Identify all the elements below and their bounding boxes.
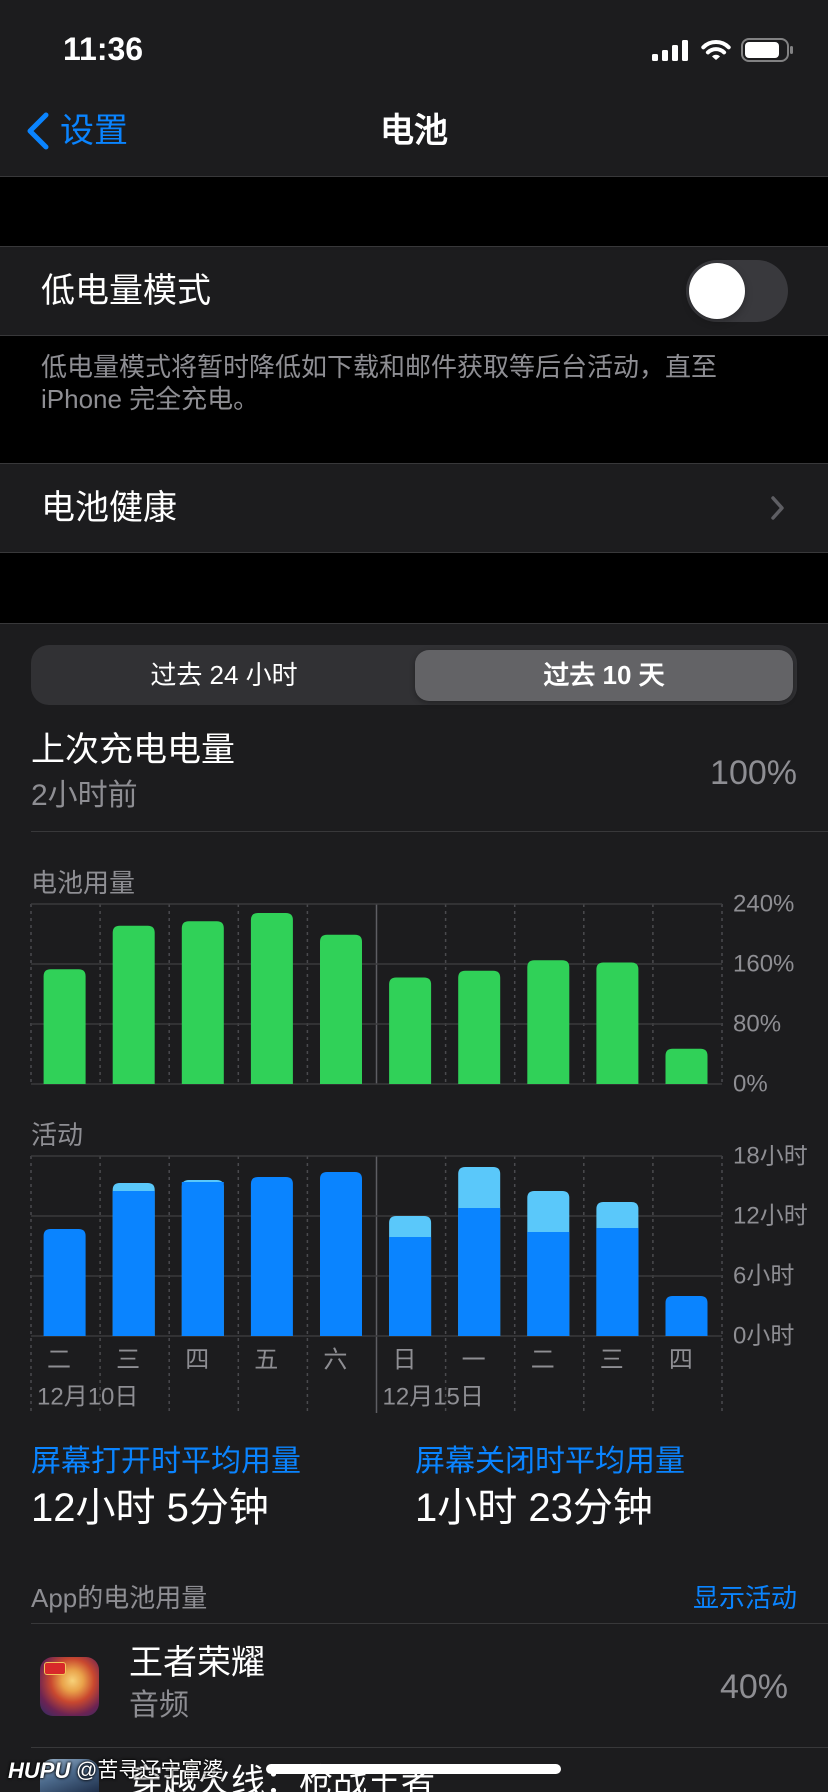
low-power-footer-line: 低电量模式将暂时降低如下载和邮件获取等后台活动，直至 — [41, 352, 718, 382]
wifi-icon — [701, 40, 731, 60]
battery-health-row[interactable]: 电池健康 — [0, 463, 828, 553]
y-tick-label: 18小时 — [733, 1145, 808, 1170]
app-usage-row[interactable] — [0, 1624, 828, 1747]
screen-off-average-value: 1小时 23分钟 — [415, 1486, 653, 1530]
screen-on-activity-bar — [596, 1228, 639, 1336]
battery-usage-bar — [527, 960, 570, 1084]
app-detail: 音频 — [129, 1689, 189, 1722]
x-day-label: 六 — [323, 1347, 347, 1374]
screen-on-activity-bar — [181, 1182, 224, 1336]
battery-usage-bar — [596, 962, 639, 1084]
status-time: 11:36 — [63, 31, 144, 67]
screen-on-activity-bar — [250, 1177, 293, 1336]
home-indicator[interactable] — [266, 1764, 561, 1774]
x-day-label: 三 — [600, 1347, 624, 1374]
divider — [31, 1747, 828, 1748]
battery-terminal — [790, 46, 793, 54]
y-tick-label: 0% — [733, 1071, 768, 1098]
battery-settings-screen: 11:36 设置 电池 低电量模式 低电量模式将暂时降低如下载和邮件获取等后台活… — [0, 0, 828, 1792]
last-charge-value: 100% — [710, 754, 797, 792]
battery-usage-bar — [250, 913, 293, 1084]
app-name: 王者荣耀 — [129, 1644, 265, 1682]
app-usage-percent: 40% — [719, 1668, 788, 1706]
y-tick-label: 6小时 — [733, 1263, 794, 1290]
battery-health-label: 电池健康 — [41, 489, 177, 527]
low-power-footer-line: iPhone 完全充电。 — [41, 384, 260, 414]
battery-usage-bar — [112, 925, 155, 1084]
signal-bar — [662, 50, 668, 61]
watermark-handle: @苦寻辽宁富婆 — [76, 1759, 224, 1782]
battery-icon — [741, 38, 793, 62]
y-tick-label: 12小时 — [733, 1203, 808, 1230]
wifi-arc-middle — [705, 47, 727, 55]
honor-of-kings-app-icon — [40, 1657, 99, 1716]
x-day-label: 四 — [185, 1347, 209, 1374]
x-day-label: 一 — [462, 1347, 486, 1374]
app-icon-badge — [44, 1662, 66, 1675]
last-charge-title: 上次充电电量 — [31, 731, 235, 769]
y-tick-label: 160% — [733, 951, 794, 978]
x-day-label: 五 — [254, 1347, 278, 1374]
y-tick-label: 80% — [733, 1011, 781, 1038]
low-power-mode-label: 低电量模式 — [41, 272, 211, 310]
chevron-left-icon — [27, 112, 49, 150]
last-charge-subtitle: 2小时前 — [31, 779, 138, 812]
low-power-mode-toggle[interactable] — [686, 260, 788, 322]
screen-on-activity-bar — [43, 1229, 86, 1336]
x-day-label: 四 — [669, 1347, 693, 1374]
screen-off-average-label: 屏幕关闭时平均用量 — [415, 1445, 685, 1478]
x-day-label: 二 — [531, 1347, 555, 1374]
wifi-arc-outer — [701, 40, 731, 50]
show-activity-button[interactable]: 显示活动 — [693, 1583, 797, 1613]
tab-last-10-days[interactable]: 过去 10 天 — [415, 650, 793, 701]
activity-chart: 18小时 12小时 6小时 0小时二 三 四 五 六 日 一 二 三 四 12月10日 12月15日 — [30, 1145, 808, 1413]
battery-usage-chart: 240% 160% 80% 0% — [30, 891, 794, 1098]
chevron-stroke — [771, 496, 784, 520]
tab-last-24-hours[interactable]: 过去 24 小时 — [35, 650, 413, 701]
x-day-label: 三 — [116, 1347, 140, 1374]
toggle-knob — [689, 263, 745, 319]
x-date-label: 12月10日 — [37, 1384, 138, 1411]
divider — [31, 831, 828, 832]
x-day-label: 二 — [47, 1347, 71, 1374]
battery-fill — [745, 42, 779, 58]
screen-on-average-label: 屏幕打开时平均用量 — [31, 1445, 301, 1478]
battery-usage-bar — [389, 977, 432, 1084]
y-tick-label: 0小时 — [733, 1323, 794, 1350]
screen-on-activity-bar — [112, 1191, 155, 1336]
cellular-signal-icon — [652, 40, 688, 61]
battery-usage-bar — [665, 1048, 708, 1084]
signal-bar — [682, 40, 688, 61]
wifi-dot — [712, 54, 720, 60]
low-power-mode-row: 低电量模式 — [0, 246, 828, 336]
watermark-brand: HUPU — [8, 1758, 71, 1783]
x-date-label: 12月15日 — [383, 1384, 484, 1411]
signal-bar — [652, 54, 658, 61]
time-range-segmented-control: 过去 24 小时 过去 10 天 — [31, 645, 797, 705]
screen-on-activity-bar — [527, 1232, 570, 1336]
chevron-right-icon — [771, 496, 784, 520]
screen-on-activity-bar — [389, 1237, 432, 1336]
screen-on-activity-bar — [320, 1172, 362, 1336]
screen-on-average-value: 12小时 5分钟 — [31, 1486, 269, 1530]
y-tick-label: 240% — [733, 891, 794, 918]
screen-on-activity-bar — [458, 1208, 501, 1336]
battery-usage-bar — [458, 970, 501, 1084]
back-label: 设置 — [60, 112, 128, 150]
screen-on-activity-bar — [665, 1296, 708, 1336]
app-usage-header: App的电池用量 — [31, 1583, 208, 1613]
back-button[interactable]: 设置 — [22, 104, 132, 158]
battery-usage-bar — [320, 934, 362, 1084]
battery-usage-bar — [181, 921, 224, 1084]
x-day-label: 日 — [393, 1347, 417, 1374]
page-title: 电池 — [380, 112, 448, 150]
battery-usage-bar — [43, 969, 86, 1084]
signal-bar — [672, 45, 678, 61]
chevron-stroke — [27, 112, 49, 150]
